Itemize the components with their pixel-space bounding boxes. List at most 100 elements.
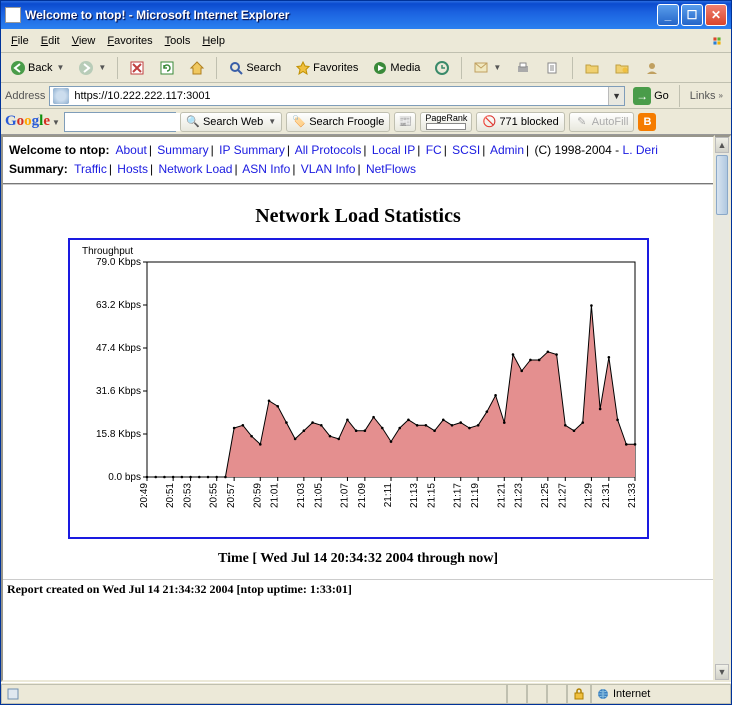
- links-menu[interactable]: Links »: [686, 90, 727, 102]
- search-button[interactable]: Search: [223, 57, 286, 79]
- svg-text:21:09: 21:09: [356, 483, 367, 508]
- research-button[interactable]: [609, 57, 635, 79]
- favorites-button[interactable]: Favorites: [290, 57, 363, 79]
- svg-text:21:33: 21:33: [627, 483, 638, 508]
- messenger-button[interactable]: [639, 57, 665, 79]
- scroll-up-button[interactable]: ▲: [715, 137, 729, 153]
- news-button[interactable]: 📰: [394, 112, 416, 132]
- blogger-button[interactable]: B: [638, 113, 656, 131]
- maximize-button[interactable]: ☐: [681, 4, 703, 26]
- menu-help[interactable]: Help: [196, 33, 231, 49]
- svg-text:21:03: 21:03: [295, 483, 306, 508]
- address-combo[interactable]: ▼: [49, 86, 625, 106]
- nav-all-protocols[interactable]: All Protocols: [295, 143, 362, 157]
- pagerank-bar: [426, 123, 466, 130]
- forward-button[interactable]: ▼: [73, 57, 111, 79]
- windows-logo-icon: [707, 31, 727, 51]
- nav-about[interactable]: About: [115, 143, 146, 157]
- google-search-combo[interactable]: ▼: [64, 112, 176, 132]
- media-button[interactable]: Media: [367, 57, 425, 79]
- svg-text:0.0 bps: 0.0 bps: [108, 472, 141, 483]
- back-button[interactable]: Back ▼: [5, 57, 69, 79]
- subnav-traffic[interactable]: Traffic: [74, 162, 107, 176]
- status-cell: [507, 684, 527, 704]
- svg-text:21:19: 21:19: [470, 483, 481, 508]
- subnav-vlan-info[interactable]: VLAN Info: [301, 162, 356, 176]
- menu-tools[interactable]: Tools: [159, 33, 197, 49]
- go-button[interactable]: → Go: [629, 86, 673, 106]
- subnav-network-load[interactable]: Network Load: [158, 162, 232, 176]
- subnav-hosts[interactable]: Hosts: [117, 162, 148, 176]
- svg-text:21:07: 21:07: [339, 483, 350, 508]
- app-icon: [5, 7, 21, 23]
- chevron-down-icon: ▼: [493, 63, 501, 72]
- status-zone-cell[interactable]: Internet: [591, 684, 731, 704]
- page-icon: [53, 88, 69, 104]
- refresh-button[interactable]: [154, 57, 180, 79]
- scroll-thumb[interactable]: [716, 155, 728, 215]
- menubar: File Edit View Favorites Tools Help: [1, 29, 731, 53]
- nav-admin[interactable]: Admin: [490, 143, 524, 157]
- browser-viewport: Welcome to ntop: About| Summary| IP Summ…: [1, 135, 715, 682]
- menu-edit[interactable]: Edit: [35, 33, 66, 49]
- search-froogle-button[interactable]: 🏷️ Search Froogle: [286, 112, 390, 132]
- svg-text:63.2 Kbps: 63.2 Kbps: [95, 300, 140, 311]
- home-icon: [189, 60, 205, 76]
- search-icon: [228, 60, 244, 76]
- throughput-chart: Throughput0.0 bps15.8 Kbps31.6 Kbps47.4 …: [72, 242, 645, 532]
- nav-author[interactable]: L. Deri: [623, 143, 658, 157]
- menu-view[interactable]: View: [66, 33, 102, 49]
- welcome-label: Welcome to ntop:: [9, 143, 109, 157]
- address-dropdown-button[interactable]: ▼: [608, 87, 624, 105]
- svg-text:21:21: 21:21: [496, 483, 507, 508]
- edit-button[interactable]: [540, 57, 566, 79]
- svg-text:21:25: 21:25: [539, 483, 550, 508]
- svg-text:47.4 Kbps: 47.4 Kbps: [95, 343, 140, 354]
- vertical-scrollbar[interactable]: ▲ ▼: [715, 135, 731, 682]
- search-label: Search: [246, 62, 281, 74]
- ntop-top-nav: Welcome to ntop: About| Summary| IP Summ…: [3, 137, 713, 185]
- svg-text:21:17: 21:17: [452, 483, 463, 508]
- blocked-icon: 🚫: [482, 115, 496, 129]
- menu-favorites[interactable]: Favorites: [101, 33, 158, 49]
- copyright-text: (C) 1998-2004 -: [534, 143, 619, 157]
- mail-button[interactable]: ▼: [468, 57, 506, 79]
- svg-text:31.6 Kbps: 31.6 Kbps: [95, 386, 140, 397]
- window-titlebar: Welcome to ntop! - Microsoft Internet Ex…: [1, 1, 731, 29]
- minimize-button[interactable]: _: [657, 4, 679, 26]
- back-label: Back: [28, 62, 52, 74]
- svg-text:20:49: 20:49: [139, 483, 150, 508]
- address-input[interactable]: [72, 88, 608, 104]
- chevron-down-icon: ▼: [268, 117, 276, 126]
- page-title: Network Load Statistics: [3, 205, 713, 228]
- nav-ip-summary[interactable]: IP Summary: [219, 143, 285, 157]
- discuss-button[interactable]: [579, 57, 605, 79]
- autofill-icon: ✎: [575, 115, 589, 129]
- history-button[interactable]: [429, 57, 455, 79]
- scroll-down-button[interactable]: ▼: [715, 664, 729, 680]
- close-button[interactable]: ✕: [705, 4, 727, 26]
- subnav-asn-info[interactable]: ASN Info: [242, 162, 290, 176]
- search-icon: 🔍: [186, 115, 200, 129]
- menu-file[interactable]: File: [5, 33, 35, 49]
- go-icon: →: [633, 87, 651, 105]
- subnav-netflows[interactable]: NetFlows: [366, 162, 416, 176]
- status-lock-cell: [567, 684, 591, 704]
- toolbar-divider: [461, 57, 462, 79]
- nav-summary[interactable]: Summary: [157, 143, 208, 157]
- nav-local-ip[interactable]: Local IP: [372, 143, 415, 157]
- svg-text:20:55: 20:55: [208, 483, 219, 508]
- nav-scsi[interactable]: SCSI: [452, 143, 480, 157]
- print-button[interactable]: [510, 57, 536, 79]
- google-logo-button[interactable]: Google▼: [5, 113, 60, 130]
- search-web-button[interactable]: 🔍 Search Web ▼: [180, 112, 282, 132]
- autofill-button[interactable]: ✎ AutoFill: [569, 112, 635, 132]
- pagerank-button[interactable]: PageRank: [420, 112, 472, 132]
- popup-blocked-button[interactable]: 🚫 771 blocked: [476, 112, 564, 132]
- globe-icon: [596, 687, 610, 701]
- forward-icon: [78, 60, 94, 76]
- stop-button[interactable]: [124, 57, 150, 79]
- home-button[interactable]: [184, 57, 210, 79]
- nav-fc[interactable]: FC: [426, 143, 442, 157]
- edit-icon: [545, 60, 561, 76]
